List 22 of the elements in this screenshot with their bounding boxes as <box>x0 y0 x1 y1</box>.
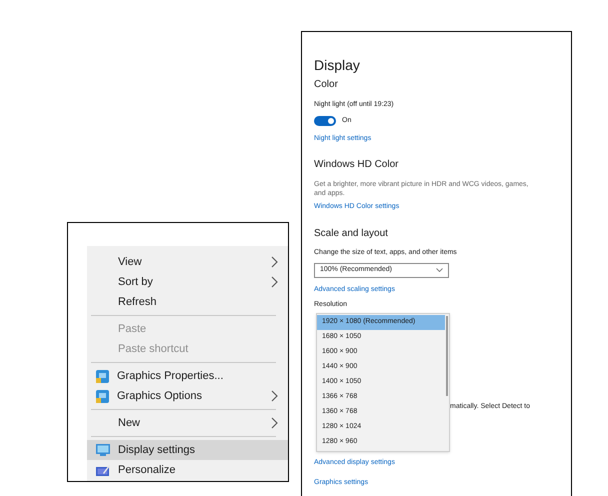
graphics-app-icon <box>96 390 109 402</box>
chevron-right-icon <box>271 276 278 288</box>
menu-item[interactable]: Display settings <box>87 440 288 460</box>
chevron-right-icon <box>271 256 278 268</box>
page-title: Display <box>314 56 361 74</box>
menu-item[interactable]: Graphics Options <box>87 386 288 406</box>
monitor-icon <box>96 444 110 456</box>
menu-item[interactable]: Sort by <box>87 272 288 292</box>
menu-item[interactable]: Personalize <box>87 460 288 480</box>
menu-item[interactable]: Graphics Properties... <box>87 366 288 386</box>
chevron-right-icon <box>271 417 278 429</box>
toggle-switch[interactable] <box>314 116 336 126</box>
section-heading: Windows HD Color <box>314 158 400 172</box>
paintbrush-monitor-icon <box>96 464 110 476</box>
menu-item[interactable]: View <box>87 252 288 272</box>
chevron-down-icon <box>436 268 443 272</box>
chevron-right-icon <box>271 390 278 402</box>
section-heading: Scale and layout <box>314 227 389 241</box>
section-heading: Color <box>314 78 339 92</box>
menu-item[interactable]: New <box>87 413 288 433</box>
menu-item[interactable]: Refresh <box>87 292 288 312</box>
graphics-app-icon <box>96 370 109 382</box>
